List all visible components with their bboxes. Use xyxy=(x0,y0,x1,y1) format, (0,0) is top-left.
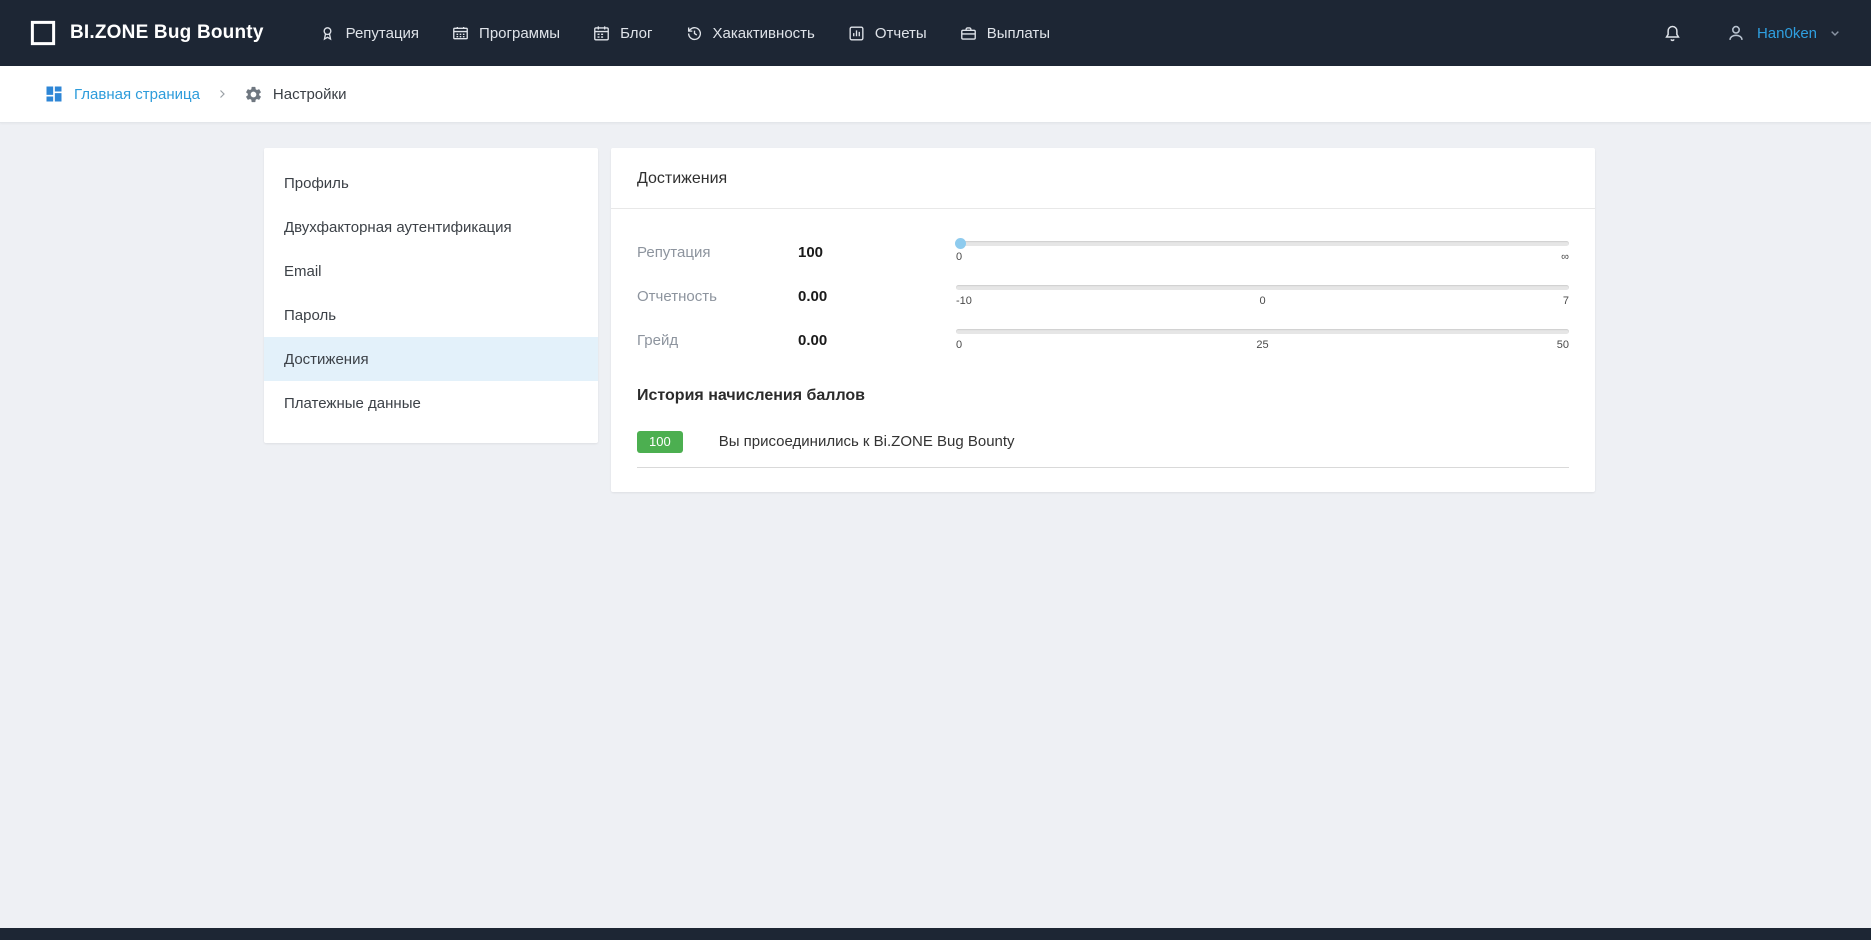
nav-item-reputation[interactable]: Репутация xyxy=(302,0,435,66)
breadcrumb-chevron-icon xyxy=(216,88,228,100)
payouts-icon xyxy=(959,24,978,43)
metric-value: 0.00 xyxy=(798,283,956,305)
menu-item-label: Пароль xyxy=(284,307,336,324)
brand[interactable]: BI.ZONE Bug Bounty xyxy=(28,18,264,48)
notifications-bell-icon[interactable] xyxy=(1662,23,1683,44)
slider-scale: 0 ∞ xyxy=(956,251,1569,263)
activity-icon xyxy=(685,24,704,43)
nav-item-label: Отчеты xyxy=(875,25,927,42)
breadcrumb-current-label: Настройки xyxy=(273,86,347,103)
scale-max: 50 xyxy=(1557,339,1569,351)
metrics-section: Репутация 100 0 ∞ Отчетность 0.00 xyxy=(611,209,1595,377)
slider-scale: 0 25 50 xyxy=(956,339,1569,351)
menu-item-password[interactable]: Пароль xyxy=(264,293,598,337)
menu-item-label: Двухфакторная аутентификация xyxy=(284,219,512,236)
scale-min: -10 xyxy=(956,295,972,307)
nav-item-label: Хакактивность xyxy=(713,25,815,42)
reports-icon xyxy=(847,24,866,43)
metric-row-reputation: Репутация 100 0 ∞ xyxy=(637,239,1569,263)
history-entry-text: Вы присоединились к Bi.ZONE Bug Bounty xyxy=(719,433,1015,450)
nav-item-hackactivity[interactable]: Хакактивность xyxy=(669,0,831,66)
nav-item-label: Блог xyxy=(620,25,652,42)
achievements-panel: Достижения Репутация 100 0 ∞ Отчетн xyxy=(611,148,1595,492)
user-menu[interactable]: Han0ken xyxy=(1725,22,1843,44)
main-nav: Репутация Программы Блог xyxy=(302,0,1066,66)
metric-value: 0.00 xyxy=(798,327,956,349)
slider-track xyxy=(956,285,1569,290)
metric-slider: 0 ∞ xyxy=(956,239,1569,263)
nav-item-blog[interactable]: Блог xyxy=(576,0,668,66)
slider-scale: -10 0 7 xyxy=(956,295,1569,307)
menu-item-2fa[interactable]: Двухфакторная аутентификация xyxy=(264,205,598,249)
metric-label: Репутация xyxy=(637,239,798,261)
menu-item-payment-data[interactable]: Платежные данные xyxy=(264,381,598,425)
scale-mid: 25 xyxy=(1256,339,1268,351)
menu-item-label: Достижения xyxy=(284,351,369,368)
programs-icon xyxy=(451,24,470,43)
brand-name: BI.ZONE Bug Bounty xyxy=(70,22,264,44)
breadcrumb-current: Настройки xyxy=(244,85,347,104)
breadcrumb: Главная страница Настройки xyxy=(0,66,1871,123)
breadcrumb-home[interactable]: Главная страница xyxy=(44,84,200,104)
settings-menu: Профиль Двухфакторная аутентификация Ema… xyxy=(264,148,598,443)
metric-label: Грейд xyxy=(637,327,798,349)
footer-bar xyxy=(0,928,1871,940)
points-badge: 100 xyxy=(637,431,683,453)
blog-icon xyxy=(592,24,611,43)
user-icon xyxy=(1725,22,1747,44)
nav-item-programs[interactable]: Программы xyxy=(435,0,576,66)
reputation-icon xyxy=(318,24,337,43)
metric-row-grade: Грейд 0.00 0 25 50 xyxy=(637,327,1569,351)
metric-value: 100 xyxy=(798,239,956,261)
scale-mid: 0 xyxy=(1259,295,1265,307)
panel-title: Достижения xyxy=(611,148,1595,209)
menu-item-label: Платежные данные xyxy=(284,395,421,412)
menu-item-email[interactable]: Email xyxy=(264,249,598,293)
menu-item-label: Email xyxy=(284,263,322,280)
points-history-section: История начисления баллов 100 Вы присоед… xyxy=(611,377,1595,468)
metric-label: Отчетность xyxy=(637,283,798,305)
metric-row-reporting: Отчетность 0.00 -10 0 7 xyxy=(637,283,1569,307)
home-grid-icon xyxy=(44,84,64,104)
scale-min: 0 xyxy=(956,339,962,351)
scale-max: ∞ xyxy=(1561,251,1569,263)
nav-item-label: Выплаты xyxy=(987,25,1050,42)
chevron-down-icon xyxy=(1827,25,1843,41)
nav-item-reports[interactable]: Отчеты xyxy=(831,0,943,66)
menu-item-profile[interactable]: Профиль xyxy=(264,161,598,205)
navbar-right: Han0ken xyxy=(1662,22,1843,44)
nav-item-label: Репутация xyxy=(346,25,419,42)
nav-item-label: Программы xyxy=(479,25,560,42)
history-entry: 100 Вы присоединились к Bi.ZONE Bug Boun… xyxy=(637,431,1569,468)
scale-min: 0 xyxy=(956,251,962,263)
slider-handle xyxy=(955,238,966,249)
username: Han0ken xyxy=(1757,25,1817,42)
metric-slider: -10 0 7 xyxy=(956,283,1569,307)
points-history-title: История начисления баллов xyxy=(637,387,1569,405)
settings-content: Профиль Двухфакторная аутентификация Ema… xyxy=(264,148,1595,492)
menu-item-achievements[interactable]: Достижения xyxy=(264,337,598,381)
bizone-logo-icon xyxy=(28,18,58,48)
gear-icon xyxy=(244,85,263,104)
breadcrumb-home-link[interactable]: Главная страница xyxy=(74,86,200,103)
nav-item-payouts[interactable]: Выплаты xyxy=(943,0,1066,66)
slider-track xyxy=(956,329,1569,334)
top-navbar: BI.ZONE Bug Bounty Репутация Программы xyxy=(0,0,1871,66)
scale-max: 7 xyxy=(1563,295,1569,307)
menu-item-label: Профиль xyxy=(284,175,349,192)
metric-slider: 0 25 50 xyxy=(956,327,1569,351)
slider-track xyxy=(956,241,1569,246)
